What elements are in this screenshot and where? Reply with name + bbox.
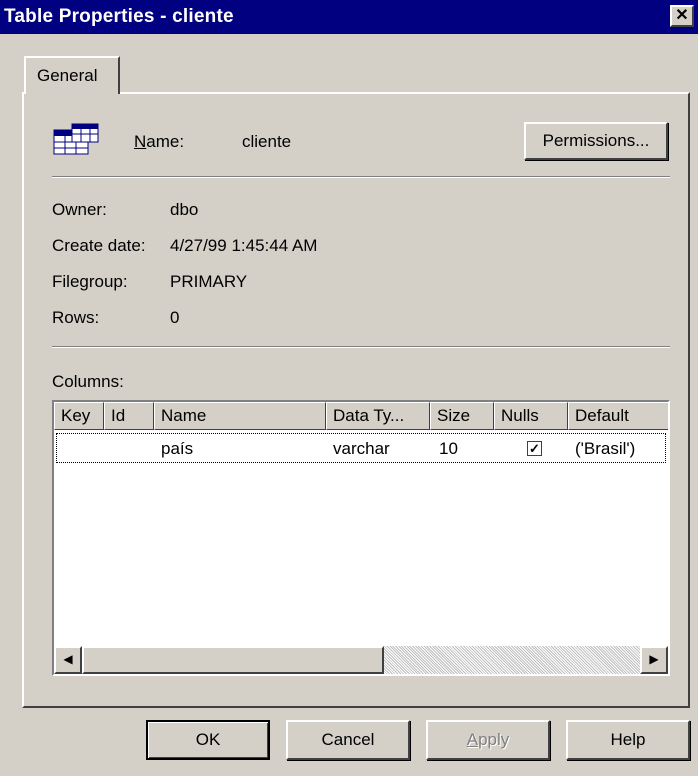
arrow-right-icon: ▶ xyxy=(649,652,659,666)
rows-label: Rows: xyxy=(52,308,100,327)
column-header-nulls[interactable]: Nulls xyxy=(494,402,568,430)
table-row[interactable]: país varchar 10 ✓ ('Brasil') xyxy=(56,433,666,463)
filegroup-label: Filegroup: xyxy=(52,272,128,291)
columns-header: Key Id Name Data Ty... Size Nulls Defaul… xyxy=(54,402,668,430)
tab-general-label: General xyxy=(37,66,98,85)
permissions-button[interactable]: Permissions... xyxy=(524,122,668,160)
tab-general[interactable]: General xyxy=(24,56,120,94)
separator-top xyxy=(52,176,670,178)
window-title: Table Properties - cliente xyxy=(4,6,234,27)
name-label: Name: xyxy=(134,132,184,152)
cell-name: país xyxy=(161,439,194,458)
table-name-value: cliente xyxy=(242,132,292,151)
columns-label: Columns: xyxy=(52,372,124,391)
close-button[interactable]: ✕ xyxy=(670,5,694,27)
apply-accelerator: A xyxy=(466,730,479,749)
close-icon: ✕ xyxy=(675,7,689,24)
scroll-left-button[interactable]: ◀ xyxy=(54,646,82,674)
owner-value: dbo xyxy=(170,200,199,219)
title-bar: Table Properties - cliente ✕ xyxy=(0,0,698,34)
create-date-value: 4/27/99 1:45:44 AM xyxy=(170,236,318,255)
cancel-button[interactable]: Cancel xyxy=(286,720,410,760)
cell-data-type: varchar xyxy=(333,439,390,458)
apply-label: pply xyxy=(478,730,510,749)
name-label-accelerator: N xyxy=(134,132,147,151)
apply-button[interactable]: Apply xyxy=(426,720,550,760)
ok-button[interactable]: OK xyxy=(146,720,270,760)
column-header-data-type[interactable]: Data Ty... xyxy=(326,402,430,430)
name-label-text: ame: xyxy=(146,132,185,151)
columns-list[interactable]: Key Id Name Data Ty... Size Nulls Defaul… xyxy=(52,400,670,676)
filegroup-value: PRIMARY xyxy=(170,272,248,291)
column-header-id[interactable]: Id xyxy=(104,402,154,430)
column-header-key[interactable]: Key xyxy=(54,402,104,430)
table-icon xyxy=(53,123,99,155)
nulls-checkbox[interactable]: ✓ xyxy=(527,441,542,456)
scroll-thumb[interactable] xyxy=(82,646,384,674)
owner-label: Owner: xyxy=(52,200,107,219)
arrow-left-icon: ◀ xyxy=(63,652,73,666)
column-header-name[interactable]: Name xyxy=(154,402,326,430)
horizontal-scrollbar[interactable]: ◀ ▶ xyxy=(54,646,668,674)
cell-default: ('Brasil') xyxy=(575,439,636,458)
rows-value: 0 xyxy=(170,308,180,327)
checkmark-icon: ✓ xyxy=(529,441,540,456)
scroll-right-button[interactable]: ▶ xyxy=(640,646,668,674)
separator-middle xyxy=(52,346,670,348)
column-header-size[interactable]: Size xyxy=(430,402,494,430)
create-date-label: Create date: xyxy=(52,236,146,255)
table-properties-dialog: Table Properties - cliente ✕ General Nam… xyxy=(0,0,698,776)
help-button[interactable]: Help xyxy=(566,720,690,760)
column-header-default[interactable]: Default xyxy=(568,402,668,430)
cell-size: 10 xyxy=(439,439,458,458)
